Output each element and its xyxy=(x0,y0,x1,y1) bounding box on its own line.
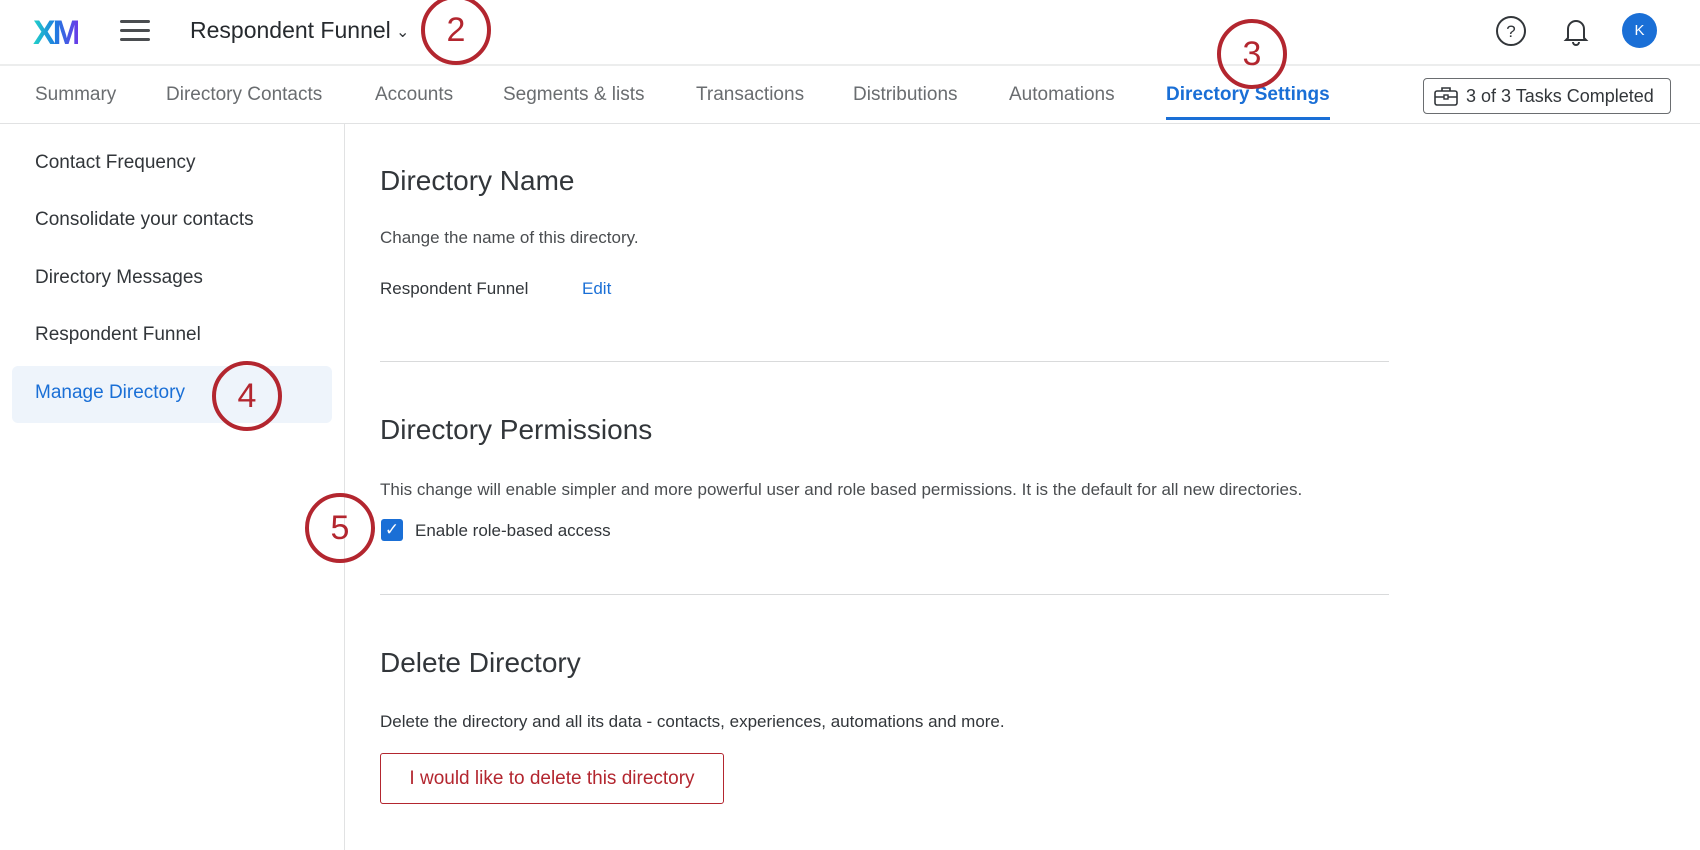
tab-automations[interactable]: Automations xyxy=(1009,84,1115,106)
sidebar-item-contact-frequency[interactable]: Contact Frequency xyxy=(12,136,332,193)
delete-directory-button[interactable]: I would like to delete this directory xyxy=(380,753,724,804)
annotation-marker: 3 xyxy=(1217,19,1287,89)
settings-sidebar: Contact Frequency Consolidate your conta… xyxy=(0,124,345,850)
role-based-access-label[interactable]: Enable role-based access xyxy=(415,521,611,541)
tab-distributions[interactable]: Distributions xyxy=(853,84,958,106)
tab-accounts[interactable]: Accounts xyxy=(375,84,453,106)
toolbox-icon xyxy=(1434,86,1458,106)
annotation-marker: 4 xyxy=(212,361,282,431)
delete-description: Delete the directory and all its data - … xyxy=(380,712,1005,732)
tasks-label: 3 of 3 Tasks Completed xyxy=(1466,86,1654,107)
delete-directory-heading: Delete Directory xyxy=(380,647,581,679)
avatar[interactable]: K xyxy=(1622,13,1657,48)
project-selector[interactable]: Respondent Funnel xyxy=(190,17,391,44)
sidebar-item-respondent-funnel[interactable]: Respondent Funnel xyxy=(12,308,332,365)
sidebar-item-manage-directory[interactable]: Manage Directory xyxy=(12,366,332,423)
tasks-completed-button[interactable]: 3 of 3 Tasks Completed xyxy=(1423,78,1671,114)
sidebar-item-consolidate-contacts[interactable]: Consolidate your contacts xyxy=(12,193,332,250)
tab-bar: Summary Directory Contacts Accounts Segm… xyxy=(0,66,1700,124)
svg-text:?: ? xyxy=(1506,22,1515,41)
xm-logo[interactable]: XM xyxy=(33,14,78,53)
help-icon[interactable]: ? xyxy=(1495,15,1527,47)
hamburger-menu-icon[interactable] xyxy=(120,20,150,42)
bell-icon[interactable] xyxy=(1560,15,1592,47)
directory-name-value: Respondent Funnel xyxy=(380,279,528,299)
top-header: XM Respondent Funnel ⌄ ? K xyxy=(0,0,1700,66)
tab-segments-lists[interactable]: Segments & lists xyxy=(503,84,645,106)
divider xyxy=(380,594,1389,595)
directory-permissions-heading: Directory Permissions xyxy=(380,414,652,446)
chevron-down-icon[interactable]: ⌄ xyxy=(396,22,409,42)
tab-transactions[interactable]: Transactions xyxy=(696,84,804,106)
directory-name-heading: Directory Name xyxy=(380,165,574,197)
annotation-marker: 5 xyxy=(305,493,375,563)
tab-summary[interactable]: Summary xyxy=(35,84,116,106)
tab-directory-contacts[interactable]: Directory Contacts xyxy=(166,84,322,106)
directory-name-description: Change the name of this directory. xyxy=(380,228,639,248)
role-based-access-checkbox[interactable]: ✓ xyxy=(381,519,403,541)
sidebar-item-directory-messages[interactable]: Directory Messages xyxy=(12,251,332,308)
edit-name-link[interactable]: Edit xyxy=(582,279,611,299)
permissions-description: This change will enable simpler and more… xyxy=(380,480,1302,500)
divider xyxy=(380,361,1389,362)
